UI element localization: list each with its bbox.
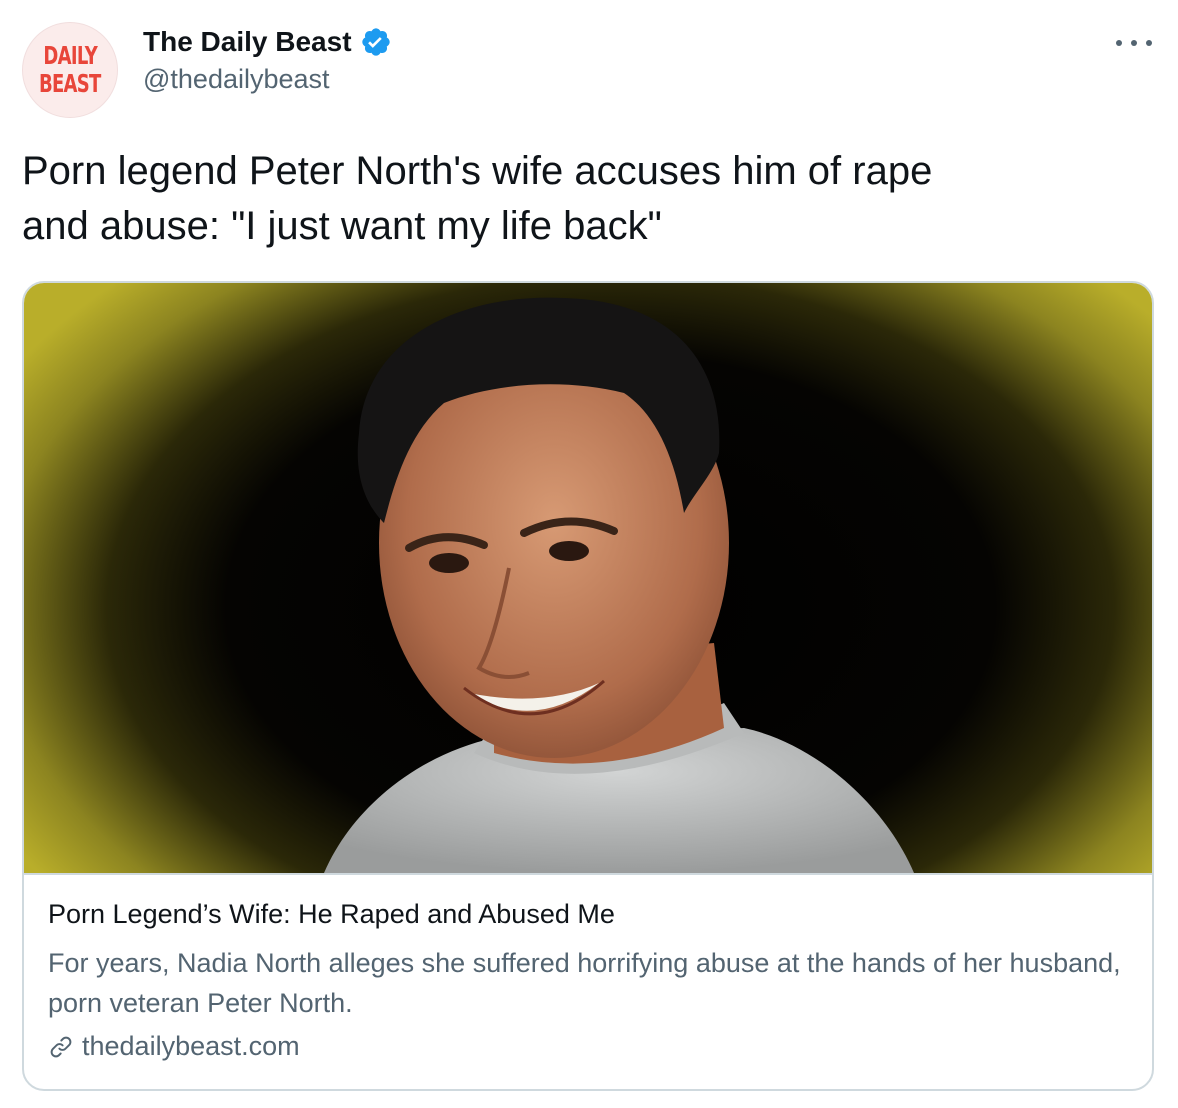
tweet-text-line-2: and abuse: "I just want my life back" xyxy=(22,204,662,248)
card-title[interactable]: Porn Legend’s Wife: He Raped and Abused … xyxy=(48,899,615,930)
author-name[interactable]: The Daily Beast xyxy=(143,26,352,58)
card-image[interactable] xyxy=(24,283,1152,873)
tweet-text-line-1: Porn legend Peter North's wife accuses h… xyxy=(22,149,933,193)
author-handle[interactable]: @thedailybeast xyxy=(143,64,330,95)
more-dot xyxy=(1131,40,1137,46)
author-name-row: The Daily Beast xyxy=(143,24,392,60)
card-divider xyxy=(24,873,1152,875)
more-horizontal-icon[interactable] xyxy=(1116,28,1152,58)
avatar-logo-line-1: DAILY xyxy=(43,41,97,70)
link-icon xyxy=(50,1036,72,1057)
card-description: For years, Nadia North alleges she suffe… xyxy=(48,948,1121,1018)
more-dot xyxy=(1146,40,1152,46)
verified-badge-icon xyxy=(361,28,390,56)
portrait-photo xyxy=(324,297,914,873)
tweet-text: Porn legend Peter North's wife accuses h… xyxy=(22,144,1142,254)
card-domain: thedailybeast.com xyxy=(82,1031,300,1061)
link-preview-card[interactable]: Porn Legend’s Wife: He Raped and Abused … xyxy=(22,281,1154,1091)
more-dot xyxy=(1116,40,1122,46)
card-domain-link[interactable]: thedailybeast.com xyxy=(48,1031,300,1062)
avatar-logo-line-2: BEAST xyxy=(39,69,101,98)
author-avatar[interactable]: DAILY BEAST xyxy=(22,22,118,118)
